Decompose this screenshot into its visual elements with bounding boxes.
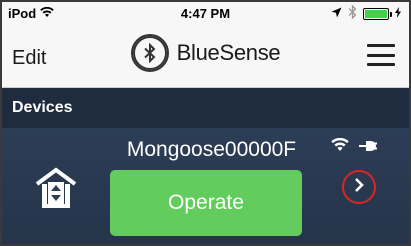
app-screen: iPod 4:47 PM Edit BlueSense Devices Mong…: [0, 0, 411, 246]
section-header-devices: Devices: [2, 88, 409, 128]
chevron-right-icon: [353, 177, 365, 198]
house-up-down-icon: [34, 166, 78, 215]
battery-icon: [363, 7, 392, 20]
hamburger-menu-icon[interactable]: [367, 44, 395, 66]
app-title: BlueSense: [2, 34, 409, 72]
location-arrow-icon: [331, 6, 342, 21]
app-title-text: BlueSense: [176, 40, 281, 65]
device-status-icons: [331, 137, 377, 157]
plug-icon: [359, 139, 377, 157]
battery-fill: [365, 9, 387, 18]
navigation-bar: Edit BlueSense: [2, 24, 409, 88]
bluetooth-icon: [348, 4, 357, 22]
wifi-icon: [331, 137, 349, 157]
status-icons-right: [331, 4, 401, 22]
device-row[interactable]: Mongoose00000F Operate: [2, 128, 409, 244]
operate-button[interactable]: Operate: [110, 170, 302, 236]
bluetooth-logo-icon: [130, 34, 169, 72]
status-bar: iPod 4:47 PM: [2, 2, 409, 24]
device-detail-button[interactable]: [342, 170, 376, 204]
charging-bolt-icon: [395, 6, 401, 21]
